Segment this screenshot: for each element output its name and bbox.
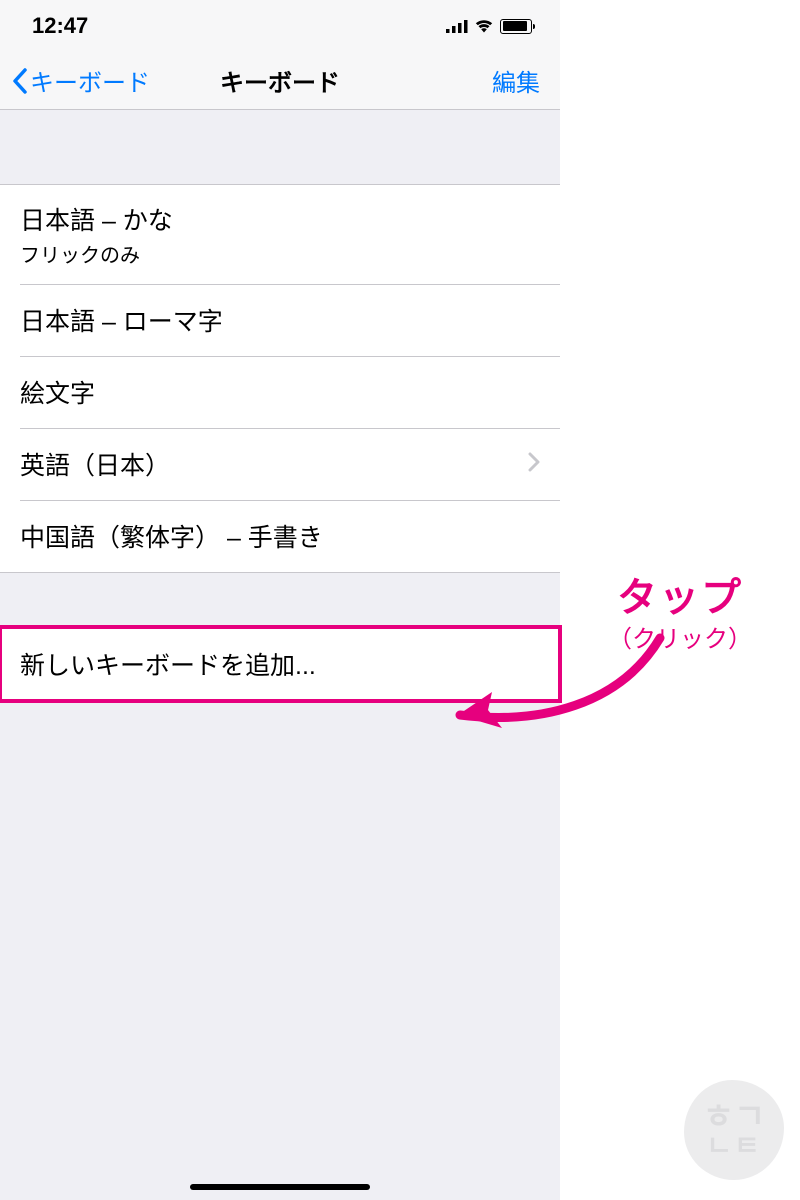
status-time: 12:47 xyxy=(32,13,88,39)
keyboard-row-japanese-kana[interactable]: 日本語 – かな フリックのみ xyxy=(0,185,560,284)
chevron-left-icon xyxy=(12,68,28,94)
cellular-signal-icon xyxy=(446,19,468,33)
keyboard-row-emoji[interactable]: 絵文字 xyxy=(0,356,560,428)
keyboard-row-english-japan[interactable]: 英語（日本） xyxy=(0,428,560,500)
status-bar: 12:47 xyxy=(0,0,560,52)
wifi-icon xyxy=(474,19,494,33)
page-title: キーボード xyxy=(220,63,340,98)
row-title: 日本語 – ローマ字 xyxy=(20,302,540,338)
watermark-text-top: ㅎㄱ xyxy=(703,1102,766,1133)
edit-button[interactable]: 編集 xyxy=(492,63,548,98)
keyboard-row-chinese-traditional-handwriting[interactable]: 中国語（繁体字） – 手書き xyxy=(0,500,560,572)
home-indicator[interactable] xyxy=(190,1184,370,1190)
nav-bar: キーボード キーボード 編集 xyxy=(0,52,560,110)
watermark-text-bottom: ㄴㅌ xyxy=(706,1133,762,1158)
back-button[interactable]: キーボード xyxy=(12,63,150,98)
add-keyboard-button[interactable]: 新しいキーボードを追加... xyxy=(0,628,560,700)
annotation-title: タップ xyxy=(570,565,790,623)
add-keyboard-section: 新しいキーボードを追加... xyxy=(0,627,560,701)
section-spacer xyxy=(0,110,560,184)
keyboard-list: 日本語 – かな フリックのみ 日本語 – ローマ字 絵文字 英語（日本） 中国… xyxy=(0,184,560,573)
row-subtitle: フリックのみ xyxy=(20,239,540,268)
watermark-logo: ㅎㄱ ㄴㅌ xyxy=(684,1080,784,1180)
add-keyboard-label: 新しいキーボードを追加... xyxy=(20,646,540,682)
chevron-right-icon xyxy=(528,452,540,477)
status-indicators xyxy=(446,19,532,34)
keyboard-row-japanese-romaji[interactable]: 日本語 – ローマ字 xyxy=(0,284,560,356)
row-title: 日本語 – かな xyxy=(20,201,540,237)
row-title: 絵文字 xyxy=(20,374,540,410)
row-title: 英語（日本） xyxy=(20,446,528,482)
back-label: キーボード xyxy=(30,63,150,98)
section-spacer xyxy=(0,573,560,627)
phone-screen: 12:47 キーボード キーボード 編集 日本語 – かな フリックのみ xyxy=(0,0,560,1200)
battery-icon xyxy=(500,19,532,34)
annotation-subtitle: （クリック） xyxy=(570,619,790,654)
row-title: 中国語（繁体字） – 手書き xyxy=(20,518,540,554)
annotation-callout: タップ （クリック） xyxy=(570,565,790,654)
